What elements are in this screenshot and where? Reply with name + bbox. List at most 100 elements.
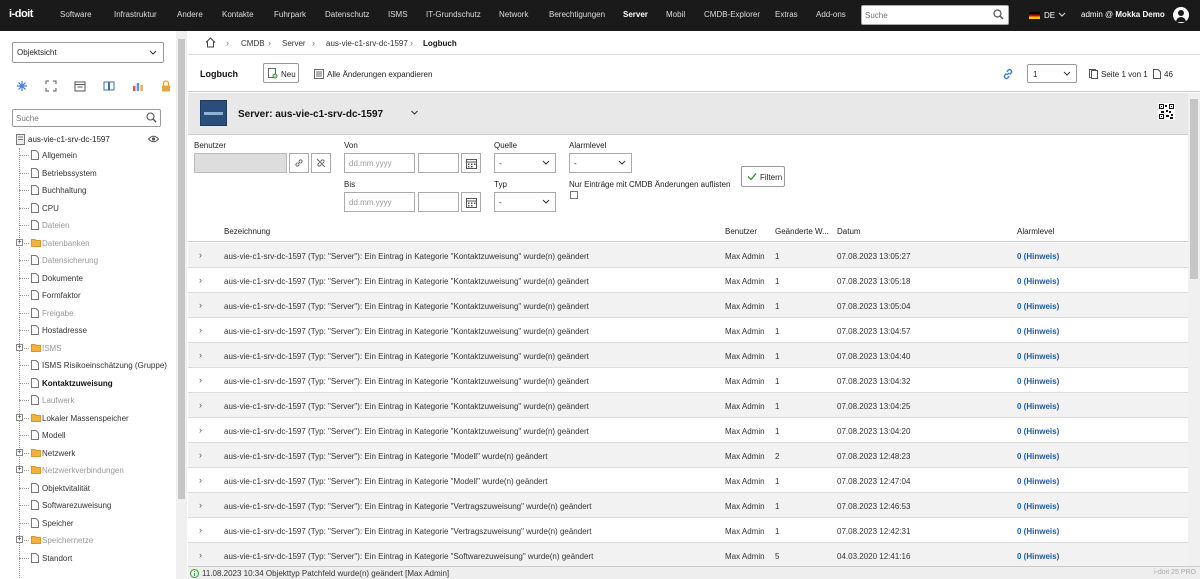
search-icon[interactable] [993, 9, 1004, 22]
sidebar-item-dateien[interactable]: Dateien [16, 218, 176, 232]
nav-item-infrastruktur[interactable]: Infrastruktur [114, 10, 157, 19]
to-time-input[interactable] [418, 192, 459, 212]
sidebar-item-standort[interactable]: Standort [16, 551, 176, 565]
sidebar-item-dokumente[interactable]: Dokumente [16, 271, 176, 285]
table-row[interactable]: › aus-vie-c1-srv-dc-1597 (Typ: "Server"):… [188, 518, 1188, 543]
table-row[interactable]: › aus-vie-c1-srv-dc-1597 (Typ: "Server"):… [188, 318, 1188, 343]
table-row[interactable]: › aus-vie-c1-srv-dc-1597 (Typ: "Server"):… [188, 343, 1188, 368]
user-attach-button[interactable] [289, 153, 309, 173]
source-select[interactable]: - [494, 153, 556, 173]
tree-object-root[interactable]: aus-vie-c1-srv-dc-1597 [16, 134, 162, 146]
new-button[interactable]: Neu [263, 63, 299, 83]
sidebar-item-allgemein[interactable]: Allgemein [16, 148, 176, 162]
expand-toggle-icon[interactable]: + [16, 466, 23, 473]
table-row[interactable]: › aus-vie-c1-srv-dc-1597 (Typ: "Server"):… [188, 393, 1188, 418]
breadcrumb-server[interactable]: Server [282, 39, 306, 48]
search-icon[interactable] [146, 112, 157, 125]
sidebar-item-datenbanken[interactable]: + Datenbanken [16, 236, 176, 250]
sidebar-search[interactable] [12, 109, 161, 127]
table-row[interactable]: › aus-vie-c1-srv-dc-1597 (Typ: "Server"):… [188, 368, 1188, 393]
home-icon[interactable] [205, 37, 216, 50]
chevron-right-icon[interactable]: › [199, 450, 202, 460]
sidebar-item-objektvitalität[interactable]: Objektvitalität [16, 481, 176, 495]
flag-de-icon[interactable] [1029, 12, 1040, 19]
chevron-down-icon[interactable] [410, 108, 419, 119]
chevron-right-icon[interactable]: › [199, 400, 202, 410]
sidebar-scrollbar-thumb[interactable] [178, 39, 185, 499]
row-alarm-level[interactable]: 0 (Hinweis) [1017, 302, 1059, 311]
sidebar-search-input[interactable] [16, 112, 136, 124]
nav-item-extras[interactable]: Extras [775, 10, 798, 19]
row-alarm-level[interactable]: 0 (Hinweis) [1017, 277, 1059, 286]
type-select[interactable]: - [494, 192, 556, 212]
row-alarm-level[interactable]: 0 (Hinweis) [1017, 527, 1059, 536]
cmdb-only-checkbox[interactable] [570, 191, 578, 199]
table-row[interactable]: › aus-vie-c1-srv-dc-1597 (Typ: "Server"):… [188, 468, 1188, 493]
user-detach-button[interactable] [311, 153, 331, 173]
from-date-input[interactable]: dd.mm.yyyy [344, 153, 415, 173]
sidebar-item-formfaktor[interactable]: Formfaktor [16, 288, 176, 302]
nav-item-cmdb-explorer[interactable]: CMDB-Explorer [704, 10, 760, 19]
link-icon[interactable] [1002, 68, 1014, 82]
nav-item-berechtigungen[interactable]: Berechtigungen [549, 10, 605, 19]
sidebar-item-isms[interactable]: + ISMS [16, 341, 176, 355]
row-alarm-level[interactable]: 0 (Hinweis) [1017, 252, 1059, 261]
chart-icon[interactable] [132, 80, 144, 92]
expand-toggle-icon[interactable]: + [16, 238, 23, 246]
sidebar-item-hostadresse[interactable]: Hostadresse [16, 323, 176, 337]
column-header-changed-values[interactable]: Geänderte W... [775, 227, 829, 236]
global-search-input[interactable] [865, 9, 985, 22]
sidebar-item-netzwerkverbindungen[interactable]: + Netzwerkverbindungen [16, 463, 176, 477]
chevron-right-icon[interactable]: › [199, 375, 202, 385]
lock-icon[interactable] [160, 80, 172, 92]
filter-button[interactable]: Filtern [741, 166, 785, 187]
sidebar-item-speichernetze[interactable]: + Speichernetze [16, 533, 176, 547]
sidebar-item-modell[interactable]: Modell [16, 428, 176, 442]
column-header-user[interactable]: Benutzer [725, 227, 757, 236]
table-row[interactable]: › aus-vie-c1-srv-dc-1597 (Typ: "Server"):… [188, 443, 1188, 468]
expand-toggle-icon[interactable]: + [16, 536, 23, 543]
row-alarm-level[interactable]: 0 (Hinweis) [1017, 327, 1059, 336]
sidebar-item-speicher[interactable]: Speicher [16, 516, 176, 530]
nav-item-fuhrpark[interactable]: Fuhrpark [274, 10, 306, 19]
row-alarm-level[interactable]: 0 (Hinweis) [1017, 452, 1059, 461]
sidebar-item-freigabe[interactable]: Freigabe [16, 306, 176, 320]
chevron-right-icon[interactable]: › [199, 500, 202, 510]
table-row[interactable]: › aus-vie-c1-srv-dc-1597 (Typ: "Server"):… [188, 268, 1188, 293]
sidebar-item-laufwerk[interactable]: Laufwerk [16, 393, 176, 407]
nav-item-server[interactable]: Server [623, 10, 648, 19]
row-alarm-level[interactable]: 0 (Hinweis) [1017, 552, 1059, 561]
calendar-icon[interactable] [74, 80, 86, 92]
table-row[interactable]: › aus-vie-c1-srv-dc-1597 (Typ: "Server"):… [188, 543, 1188, 566]
nav-item-isms[interactable]: ISMS [388, 10, 408, 19]
chevron-right-icon[interactable]: › [199, 325, 202, 335]
language-select[interactable]: DE [1044, 11, 1055, 20]
tree-icon[interactable] [16, 80, 28, 92]
nav-item-software[interactable]: Software [60, 10, 92, 19]
sidebar-item-datensicherung[interactable]: Datensicherung [16, 253, 176, 267]
column-header-alarm-level[interactable]: Alarmlevel [1017, 227, 1054, 236]
nav-item-add-ons[interactable]: Add-ons [816, 10, 846, 19]
column-header-description[interactable]: Bezeichnung [224, 227, 270, 236]
sidebar-item-isms-risikoeinschätzung-gruppe-[interactable]: ISMS Risikoeinschätzung (Gruppe) [16, 358, 176, 372]
user-menu[interactable]: admin @ Mokka Demo [1081, 10, 1165, 19]
chevron-right-icon[interactable]: › [199, 300, 202, 310]
nav-item-kontakte[interactable]: Kontakte [222, 10, 254, 19]
chevron-right-icon[interactable]: › [199, 550, 202, 560]
to-date-input[interactable]: dd.mm.yyyy [344, 192, 415, 212]
main-scrollbar-thumb[interactable] [1190, 99, 1198, 279]
status-message[interactable]: 11.08.2023 10:34 Objekttyp Patchfeld wur… [202, 569, 449, 578]
table-row[interactable]: › aus-vie-c1-srv-dc-1597 (Typ: "Server"):… [188, 243, 1188, 268]
expand-icon[interactable] [45, 80, 57, 92]
sidebar-item-betriebssystem[interactable]: Betriebssystem [16, 166, 176, 180]
table-row[interactable]: › aus-vie-c1-srv-dc-1597 (Typ: "Server"):… [188, 293, 1188, 318]
column-header-date[interactable]: Datum [837, 227, 861, 236]
chevron-right-icon[interactable]: › [199, 525, 202, 535]
sidebar-item-cpu[interactable]: CPU [16, 201, 176, 215]
breadcrumb-object[interactable]: aus-vie-c1-srv-dc-1597 [326, 39, 408, 48]
expand-toggle-icon[interactable]: + [16, 413, 23, 421]
chevron-right-icon[interactable]: › [199, 275, 202, 285]
row-alarm-level[interactable]: 0 (Hinweis) [1017, 402, 1059, 411]
row-alarm-level[interactable]: 0 (Hinweis) [1017, 377, 1059, 386]
page-select[interactable]: 1 [1027, 64, 1077, 83]
